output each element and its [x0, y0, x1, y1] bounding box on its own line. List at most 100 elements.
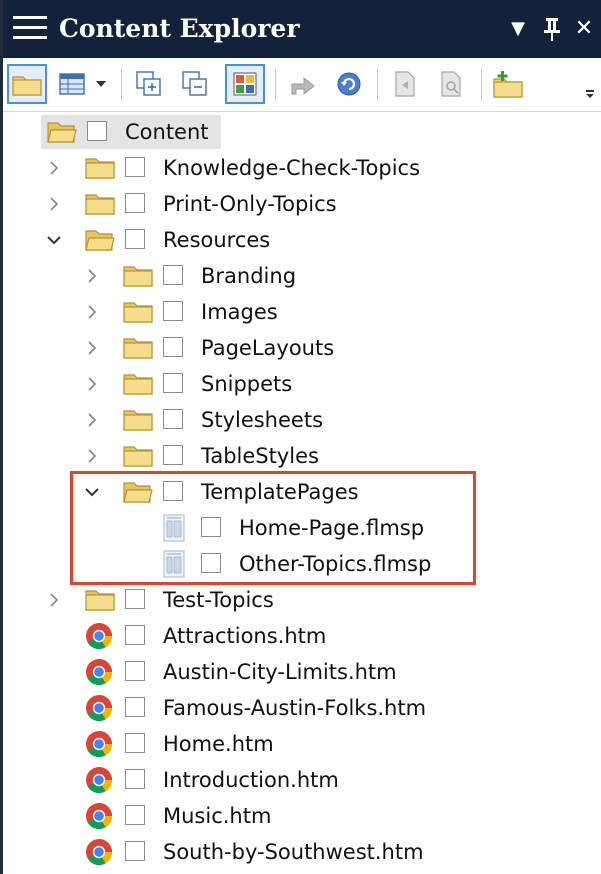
checkbox[interactable] [163, 265, 183, 285]
checkbox[interactable] [125, 589, 145, 609]
tree-node-label: Home.htm [163, 732, 274, 756]
chevron-right-icon[interactable] [81, 294, 103, 330]
tree-node-label: Test-Topics [163, 588, 274, 612]
tree-row[interactable]: Home-Page.flmsp [3, 510, 601, 546]
checkbox[interactable] [201, 553, 221, 573]
toolbar-separator [121, 69, 122, 101]
properties-button[interactable] [431, 64, 471, 104]
color-squares-button[interactable] [225, 64, 265, 104]
show-files-button[interactable] [7, 64, 47, 104]
content-explorer-panel: Content Explorer ▼ ✕ Content Knowledge-C… [0, 0, 601, 874]
tree-node-label: Resources [163, 228, 271, 252]
checkbox[interactable] [125, 661, 145, 681]
arrow-icon [291, 76, 315, 96]
expand-all-button[interactable] [129, 64, 169, 104]
checkbox[interactable] [125, 625, 145, 645]
close-icon[interactable]: ✕ [569, 12, 599, 46]
tree-node-label: Music.htm [163, 804, 272, 828]
expand-all-icon [136, 71, 161, 96]
tree-row[interactable]: Branding [3, 258, 601, 294]
tree-row[interactable]: Snippets [3, 366, 601, 402]
tree-node-icon [123, 264, 153, 288]
tree-node-label: Images [201, 300, 278, 324]
toolbar-overflow-icon [586, 90, 594, 98]
view-options-button[interactable] [55, 64, 89, 104]
folder-icon [123, 410, 153, 431]
checkbox[interactable] [125, 229, 145, 249]
tree-row[interactable]: Introduction.htm [3, 762, 601, 798]
checkbox[interactable] [125, 841, 145, 861]
tree-row[interactable]: Knowledge-Check-Topics [3, 150, 601, 186]
tree-node-label: Attractions.htm [163, 624, 327, 648]
tree-node-icon [85, 622, 115, 650]
tree-row[interactable]: South-by-Southwest.htm [3, 834, 601, 870]
checkbox[interactable] [163, 445, 183, 465]
checkbox[interactable] [163, 301, 183, 321]
chevron-right-icon[interactable] [43, 150, 65, 186]
tree-row[interactable]: Famous-Austin-Folks.htm [3, 690, 601, 726]
move-button[interactable] [283, 64, 323, 104]
document-icon [395, 71, 415, 97]
tree-node-icon [123, 372, 153, 396]
checkbox[interactable] [125, 697, 145, 717]
collapse-all-icon [182, 71, 207, 96]
tree-row[interactable]: Music.htm [3, 798, 601, 834]
tree-row[interactable]: Images [3, 294, 601, 330]
tree-row[interactable]: Resources [3, 222, 601, 258]
view-options-dropdown[interactable] [91, 64, 111, 104]
tree-node-icon [85, 766, 115, 794]
tree-row[interactable]: Other-Topics.flmsp [3, 546, 601, 582]
checkbox[interactable] [163, 409, 183, 429]
chevron-right-icon[interactable] [81, 366, 103, 402]
checkbox[interactable] [163, 337, 183, 357]
checkbox[interactable] [163, 373, 183, 393]
checkbox[interactable] [125, 733, 145, 753]
folder-open-icon [47, 122, 77, 143]
chrome-browser-icon [86, 623, 113, 650]
chevron-right-icon[interactable] [81, 330, 103, 366]
checkbox[interactable] [125, 805, 145, 825]
pin-icon[interactable] [537, 12, 567, 46]
tree-row[interactable]: PageLayouts [3, 330, 601, 366]
checkbox[interactable] [125, 769, 145, 789]
tree-row[interactable]: Attractions.htm [3, 618, 601, 654]
tree-row[interactable]: Austin-City-Limits.htm [3, 654, 601, 690]
title-bar: Content Explorer ▼ ✕ [3, 0, 601, 58]
collapse-all-button[interactable] [175, 64, 215, 104]
checkbox[interactable] [125, 193, 145, 213]
new-folder-button[interactable] [489, 64, 529, 104]
chrome-browser-icon [86, 803, 113, 830]
chevron-right-icon[interactable] [81, 402, 103, 438]
tree-node-label: TemplatePages [201, 480, 359, 504]
checkbox[interactable] [201, 517, 221, 537]
dropdown-arrow-icon[interactable]: ▼ [503, 12, 533, 46]
tree-root-row[interactable]: Content [3, 114, 601, 150]
tree-row[interactable]: Test-Topics [3, 582, 601, 618]
chevron-right-icon[interactable] [81, 258, 103, 294]
checkbox[interactable] [87, 121, 107, 141]
tree-node-icon [85, 588, 115, 612]
chevron-right-icon[interactable] [43, 582, 65, 618]
tree-node-icon [123, 408, 153, 432]
open-button[interactable] [385, 64, 425, 104]
tree-node-label: Austin-City-Limits.htm [163, 660, 397, 684]
checkbox[interactable] [125, 157, 145, 177]
tree-node-icon [85, 228, 115, 252]
chevron-down-icon[interactable] [43, 222, 65, 258]
hamburger-menu-icon[interactable] [11, 14, 49, 42]
refresh-button[interactable] [329, 64, 369, 104]
tree-node-label: Home-Page.flmsp [239, 516, 425, 540]
folder-icon [123, 302, 153, 323]
chevron-down-icon[interactable] [81, 474, 103, 510]
tree-row[interactable]: Stylesheets [3, 402, 601, 438]
tree-row[interactable]: TableStyles [3, 438, 601, 474]
chevron-right-icon[interactable] [81, 438, 103, 474]
tree-node-icon [85, 694, 115, 722]
tree-row[interactable]: Print-Only-Topics [3, 186, 601, 222]
toolbar-overflow-button[interactable] [581, 64, 599, 104]
tree-row[interactable]: TemplatePages [3, 474, 601, 510]
checkbox[interactable] [163, 481, 183, 501]
template-page-icon [163, 514, 185, 542]
chevron-right-icon[interactable] [43, 186, 65, 222]
tree-row[interactable]: Home.htm [3, 726, 601, 762]
